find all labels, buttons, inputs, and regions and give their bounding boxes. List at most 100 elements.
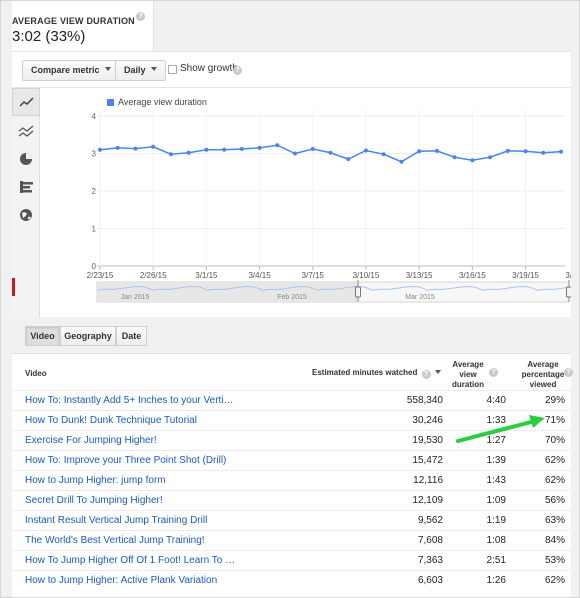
y-tick-label: 4	[92, 112, 97, 121]
duration-cell: 1:08	[486, 535, 506, 546]
duration-cell: 1:26	[486, 575, 506, 586]
data-point	[434, 148, 439, 153]
bar-chart-icon[interactable]	[12, 173, 40, 201]
help-icon[interactable]: ?	[564, 368, 573, 377]
analytics-panel: AVERAGE VIEW DURATION ? 3:02 (33%) Compa…	[0, 0, 580, 598]
table-row: The World's Best Vertical Jump Training!…	[12, 530, 571, 550]
minutes-cell: 19,530	[412, 435, 443, 446]
video-title-link[interactable]: How To Jump Higher Off Of 1 Foot! Learn …	[25, 555, 235, 566]
duration-cell: 4:40	[486, 395, 506, 406]
data-point	[204, 147, 209, 152]
column-header-minutes-label: Estimated minutes watched	[312, 368, 418, 377]
x-tick-label: 3/22/15	[565, 271, 571, 280]
data-point	[168, 152, 173, 157]
column-header-video: Video	[25, 369, 47, 378]
data-point	[186, 150, 191, 155]
video-title-link[interactable]: How To Dunk! Dunk Technique Tutorial	[25, 415, 197, 426]
y-tick-label: 2	[92, 187, 97, 196]
column-header-duration[interactable]: Average view duration	[444, 360, 492, 390]
interval-label: Daily	[124, 65, 146, 75]
x-tick-label: 3/1/15	[195, 271, 218, 280]
data-point	[222, 147, 227, 152]
tab-video[interactable]: Video	[25, 326, 60, 346]
data-point	[310, 147, 315, 151]
show-growth-checkbox[interactable]	[168, 65, 177, 74]
metric-card[interactable]: AVERAGE VIEW DURATION ? 3:02 (33%)	[12, 1, 154, 51]
data-point	[151, 144, 156, 149]
multi-line-chart-icon[interactable]	[12, 117, 40, 145]
x-tick-label: 3/19/15	[512, 271, 539, 280]
video-title-link[interactable]: How To: Improve your Three Point Shot (D…	[25, 455, 226, 466]
chart-type-sidebar	[12, 88, 40, 318]
video-title-link[interactable]: How To: Instantly Add 5+ Inches to your …	[25, 395, 234, 406]
data-point	[257, 145, 262, 150]
duration-cell: 1:39	[486, 455, 506, 466]
globe-icon[interactable]	[12, 201, 40, 229]
tab-geography[interactable]: Geography	[60, 326, 116, 346]
pie-chart-icon[interactable]	[12, 145, 40, 173]
data-point	[275, 143, 280, 148]
help-icon[interactable]: ?	[421, 370, 431, 379]
percent-cell: 63%	[544, 515, 565, 526]
data-point	[363, 148, 368, 153]
video-title-link[interactable]: How to Jump Higher: jump form	[25, 475, 166, 486]
table-row: How To: Improve your Three Point Shot (D…	[12, 450, 571, 470]
percent-cell: 29%	[544, 395, 565, 406]
percent-cell: 62%	[544, 455, 565, 466]
show-growth-label[interactable]: Show growth	[180, 63, 238, 74]
table-row: Secret Drill To Jumping Higher! 12,109 1:0…	[12, 490, 571, 510]
video-title-link[interactable]: How to Jump Higher: Active Plank Variati…	[25, 575, 217, 586]
line-chart[interactable]: 0 1 2 3 4 2/23/15 2/26/15 3/1/15 3/4/15 3/7/15 3/1…	[40, 88, 571, 318]
data-point	[328, 150, 333, 155]
interval-select[interactable]: Daily	[115, 60, 166, 81]
data-point	[559, 149, 563, 154]
video-title-link[interactable]: Exercise For Jumping Higher!	[25, 435, 157, 446]
tab-date[interactable]: Date	[116, 326, 147, 346]
table-row: How to Jump Higher: Active Plank Variati…	[12, 570, 571, 590]
percent-cell: 84%	[544, 535, 565, 546]
data-point	[452, 155, 457, 160]
column-header-duration-label: Average view duration	[452, 360, 484, 389]
video-title-link[interactable]: Secret Drill To Jumping Higher!	[25, 495, 163, 506]
minutes-cell: 12,116	[413, 475, 443, 486]
column-header-minutes[interactable]: Estimated minutes watched ?	[312, 368, 441, 379]
data-point	[399, 159, 404, 164]
y-tick-label: 1	[92, 225, 97, 234]
navigator-label: Jan 2015	[121, 294, 150, 301]
metric-value: 3:02 (33%)	[12, 28, 86, 45]
help-icon[interactable]: ?	[136, 12, 145, 21]
video-title-link[interactable]: The World's Best Vertical Jump Training!	[25, 535, 205, 546]
video-title-link[interactable]: Instant Result Vertical Jump Training Dr…	[25, 515, 207, 526]
minutes-cell: 7,363	[417, 555, 443, 566]
percent-cell: 62%	[544, 475, 565, 486]
data-point	[541, 150, 546, 155]
duration-cell: 2:51	[486, 555, 506, 566]
sort-descending-icon[interactable]	[434, 370, 441, 374]
x-tick-label: 2/26/15	[140, 271, 167, 280]
column-header-percentage[interactable]: Average percentage viewed	[518, 360, 568, 390]
minutes-cell: 15,472	[412, 455, 443, 466]
line-chart-icon[interactable]	[12, 88, 40, 116]
table-row: How To Jump Higher Off Of 1 Foot! Learn …	[12, 550, 571, 570]
minutes-cell: 12,109	[412, 495, 443, 506]
percent-cell: 56%	[544, 495, 565, 506]
data-point	[293, 151, 298, 156]
chevron-down-icon	[104, 67, 111, 71]
annotation-arrow-icon	[456, 415, 545, 443]
minutes-cell: 558,340	[406, 395, 443, 406]
data-point	[381, 152, 386, 157]
table-row: How to Jump Higher: jump form 12,116 1:43 6…	[12, 470, 571, 490]
data-point	[488, 155, 493, 160]
compare-metric-button[interactable]: Compare metric	[22, 60, 120, 81]
navigator-label: Mar 2015	[405, 294, 435, 301]
x-tick-label: 3/10/15	[353, 271, 380, 280]
data-point	[346, 157, 351, 162]
data-point	[133, 146, 138, 151]
data-point	[115, 145, 120, 150]
help-icon[interactable]: ?	[233, 66, 242, 75]
help-icon[interactable]: ?	[489, 368, 498, 377]
y-tick-label: 3	[92, 150, 97, 159]
column-header-percentage-label: Average percentage viewed	[521, 360, 565, 389]
duration-cell: 1:43	[486, 475, 506, 486]
chart-area: Average view duration 0 1 2 3 4 2/23/15 2/26/1…	[12, 87, 571, 318]
